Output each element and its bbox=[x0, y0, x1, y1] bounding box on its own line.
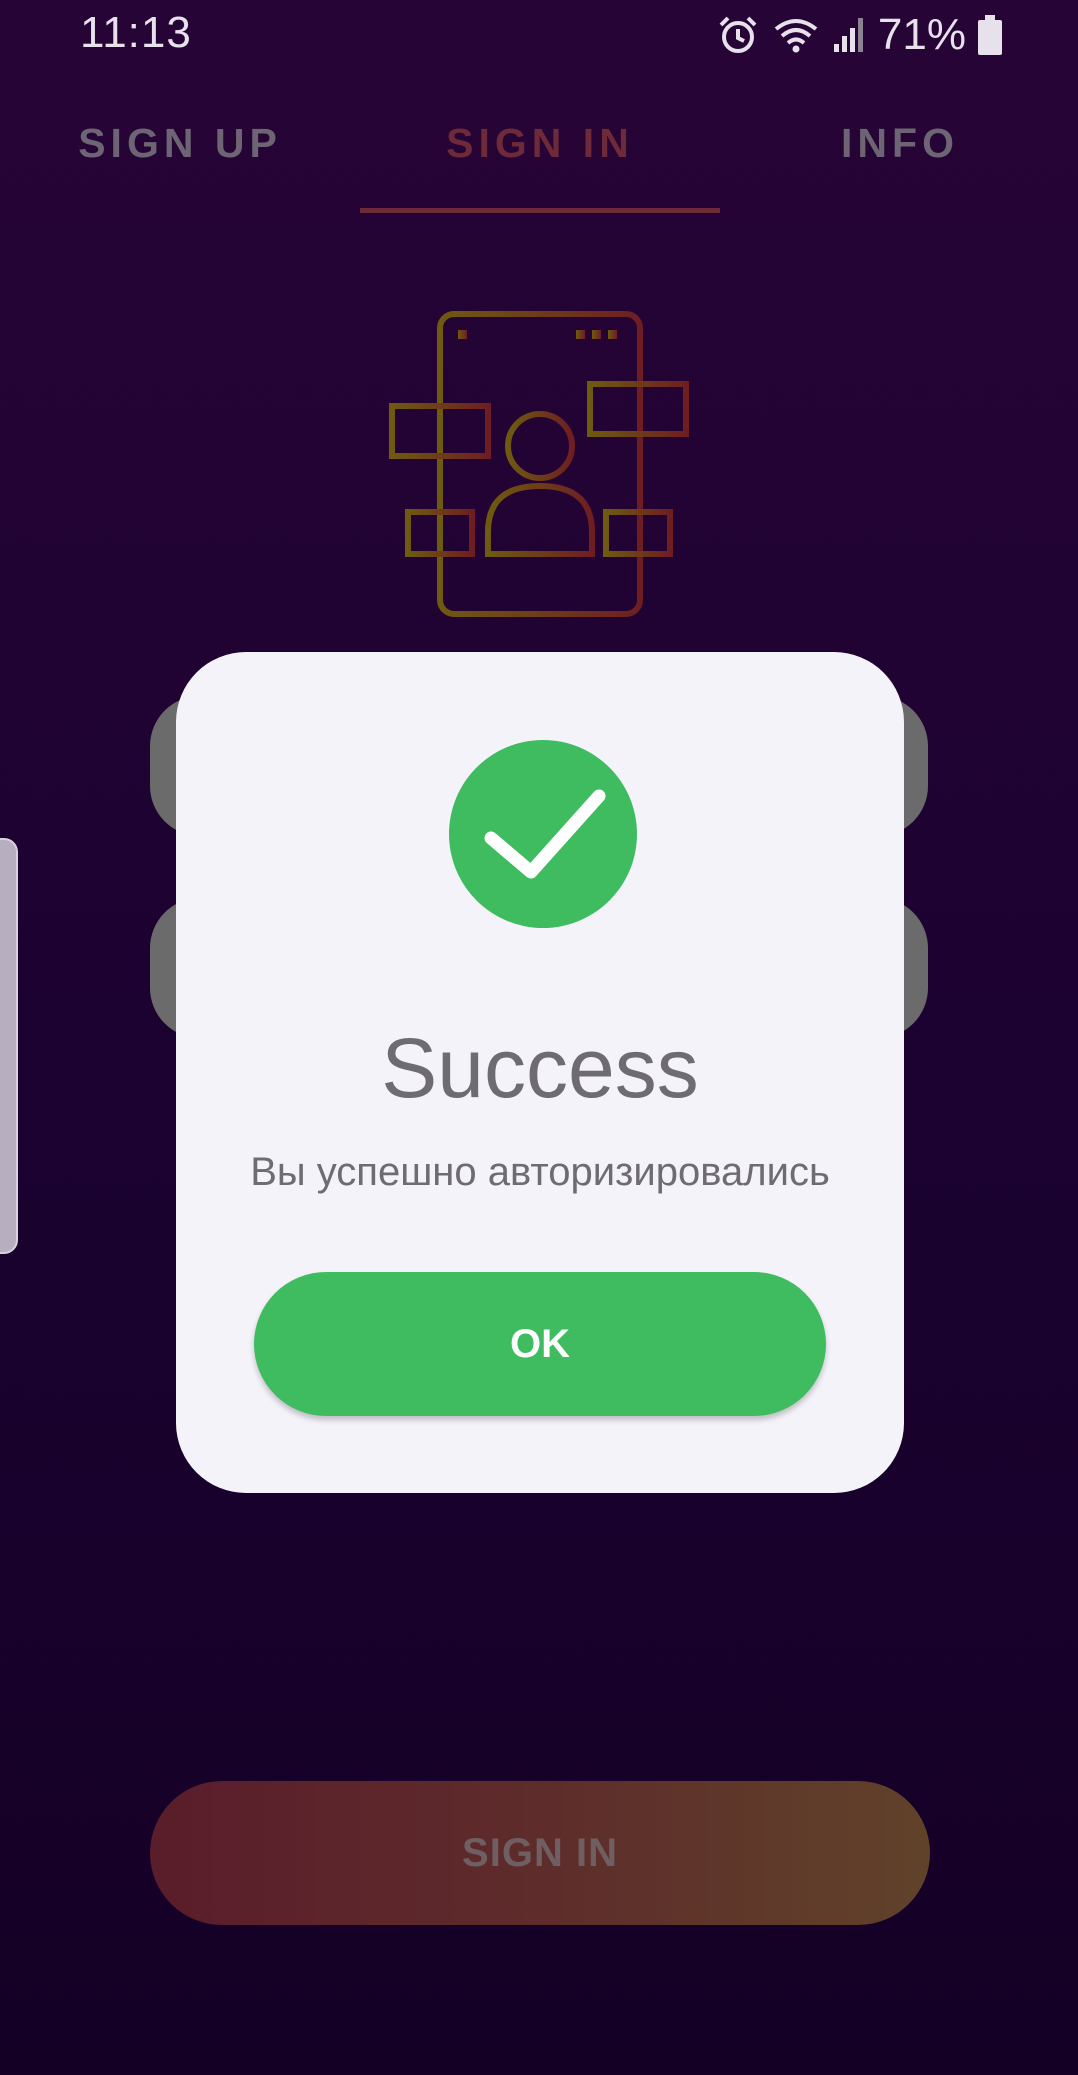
phone-user-illustration bbox=[389, 311, 689, 617]
ok-button[interactable]: OK bbox=[254, 1272, 826, 1416]
status-icons: 71% bbox=[716, 10, 1002, 60]
status-time: 11:13 bbox=[80, 8, 192, 57]
wifi-icon bbox=[774, 19, 818, 53]
tab-sign-up[interactable]: SIGN UP bbox=[0, 120, 360, 167]
status-bar: 11:13 71% bbox=[0, 0, 1078, 72]
edge-panel-handle[interactable] bbox=[0, 838, 18, 1254]
sign-in-button-label: SIGN IN bbox=[462, 1830, 618, 1875]
tab-indicator bbox=[360, 208, 720, 213]
checkmark-icon bbox=[484, 789, 606, 879]
signal-icon bbox=[833, 18, 863, 52]
sign-in-button[interactable]: SIGN IN bbox=[150, 1781, 930, 1925]
alarm-icon bbox=[719, 16, 757, 53]
dialog-title: Success bbox=[381, 1021, 699, 1115]
success-dialog: Success Вы успешно авторизировались OK bbox=[176, 652, 904, 1493]
ok-button-label: OK bbox=[510, 1321, 570, 1366]
dialog-message: Вы успешно авторизировались bbox=[250, 1150, 830, 1194]
battery-icon bbox=[978, 15, 1002, 55]
tab-bar: SIGN UP SIGN IN INFO bbox=[0, 108, 1078, 218]
tab-info[interactable]: INFO bbox=[720, 120, 1078, 167]
tab-sign-in[interactable]: SIGN IN bbox=[360, 120, 720, 167]
battery-percent: 71% bbox=[877, 10, 966, 59]
success-check-icon bbox=[449, 740, 637, 928]
